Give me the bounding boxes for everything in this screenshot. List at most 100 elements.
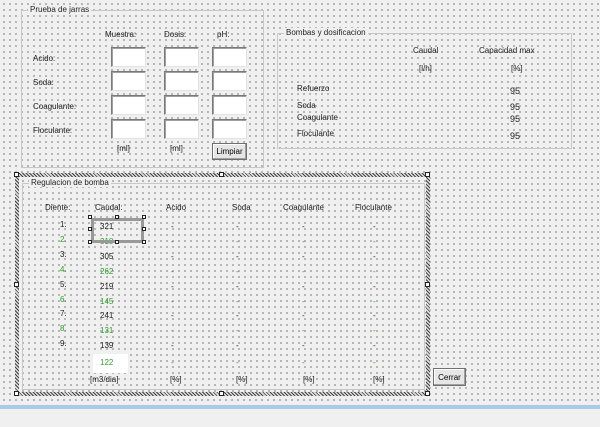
coag-value: - xyxy=(302,296,305,306)
acido-value: - xyxy=(171,236,174,246)
caudal-value: 219 xyxy=(100,281,114,291)
resize-handle[interactable] xyxy=(88,240,92,244)
unit-caudal: [l/h] xyxy=(419,64,432,73)
resize-handle[interactable] xyxy=(142,240,146,244)
resize-handle[interactable] xyxy=(14,172,19,177)
caudal-value: 122 xyxy=(100,358,114,368)
floc-value: - xyxy=(373,236,376,246)
diente-number: 7. xyxy=(60,309,67,319)
row-label: Soda: xyxy=(33,78,54,87)
diente-number: 5. xyxy=(60,279,67,289)
soda-value: - xyxy=(236,358,239,368)
soda-value: - xyxy=(236,326,239,336)
resize-handle[interactable] xyxy=(425,172,430,177)
unit-label: [ml] xyxy=(117,144,130,153)
input-textbox[interactable] xyxy=(164,95,199,115)
resize-handle[interactable] xyxy=(115,240,119,244)
floc-value: - xyxy=(373,326,376,336)
input-textbox[interactable] xyxy=(164,71,199,91)
coag-value: - xyxy=(302,326,305,336)
input-textbox[interactable] xyxy=(111,119,146,139)
input-textbox[interactable] xyxy=(212,95,247,115)
column-header: pH: xyxy=(217,30,230,39)
floc-value: - xyxy=(373,358,376,368)
unit-label: [%] xyxy=(236,375,248,384)
caudal-value: 145 xyxy=(100,296,114,306)
limpiar-button[interactable]: Limpiar xyxy=(212,143,247,160)
coag-value: - xyxy=(302,281,305,291)
resize-handle[interactable] xyxy=(14,391,19,396)
floc-value: - xyxy=(373,341,376,351)
resize-handle[interactable] xyxy=(88,227,92,231)
resize-handle[interactable] xyxy=(115,215,119,219)
pump-capacity: 95 xyxy=(510,114,521,124)
acido-value: - xyxy=(171,341,174,351)
coag-value: - xyxy=(302,311,305,321)
resize-handle[interactable] xyxy=(142,215,146,219)
resize-handle[interactable] xyxy=(88,215,92,219)
acido-value: - xyxy=(171,311,174,321)
unit-label: [m3/dia] xyxy=(90,375,119,384)
soda-value: - xyxy=(236,341,239,351)
resize-handle[interactable] xyxy=(425,282,430,287)
resize-handle[interactable] xyxy=(219,172,224,177)
input-textbox[interactable] xyxy=(111,47,146,67)
input-textbox[interactable] xyxy=(212,119,247,139)
coag-value: - xyxy=(302,251,305,261)
unit-label: [%] xyxy=(303,375,315,384)
input-textbox[interactable] xyxy=(164,47,199,67)
unit-label: [%] xyxy=(373,375,385,384)
floc-value: - xyxy=(373,296,376,306)
resize-handle[interactable] xyxy=(425,391,430,396)
column-header: Soda xyxy=(232,203,251,212)
soda-value: - xyxy=(236,266,239,276)
acido-value: - xyxy=(171,358,174,368)
acido-value: - xyxy=(171,296,174,306)
resize-handle[interactable] xyxy=(219,391,224,396)
floc-value: - xyxy=(373,311,376,321)
acido-value: - xyxy=(171,251,174,261)
floc-value: - xyxy=(373,251,376,261)
caudal-value: 241 xyxy=(100,311,114,321)
header-caudal: Caudal xyxy=(413,46,439,55)
coag-value: - xyxy=(302,222,305,231)
acido-value: - xyxy=(171,222,174,231)
acido-value: - xyxy=(171,326,174,336)
input-textbox[interactable] xyxy=(164,119,199,139)
soda-value: - xyxy=(236,311,239,321)
pump-label: Soda xyxy=(297,101,316,110)
caudal-value: 131 xyxy=(100,326,114,336)
cerrar-button[interactable]: Cerrar xyxy=(433,368,466,386)
diente-number: 3. xyxy=(60,249,67,259)
coag-value: - xyxy=(302,236,305,246)
coag-value: - xyxy=(302,358,305,368)
acido-value: - xyxy=(171,266,174,276)
resize-handle[interactable] xyxy=(14,282,19,287)
diente-number: 1. xyxy=(60,220,67,229)
column-header: Coagulante xyxy=(283,203,324,212)
soda-value: - xyxy=(236,281,239,291)
input-textbox[interactable] xyxy=(212,47,247,67)
resize-handle[interactable] xyxy=(142,227,146,231)
input-textbox[interactable] xyxy=(111,71,146,91)
pump-label: Floculante xyxy=(297,129,334,138)
column-header: Caudal: xyxy=(95,203,123,212)
soda-value: - xyxy=(236,236,239,246)
frame-title: Regulacion de bomba xyxy=(29,178,111,187)
diente-number: 4. xyxy=(60,264,67,274)
unit-label: [%] xyxy=(170,375,182,384)
input-textbox[interactable] xyxy=(212,71,247,91)
taskbar-strip xyxy=(0,405,600,427)
caudal-value: 139 xyxy=(100,341,114,351)
pump-capacity: 95 xyxy=(510,86,521,96)
soda-value: - xyxy=(236,222,239,231)
row-label: Coagulante: xyxy=(33,102,77,111)
pump-label: Coagulante xyxy=(297,113,338,122)
frame-regulacion-de-bomba[interactable]: Regulacion de bomba xyxy=(22,178,425,390)
floc-value: - xyxy=(373,281,376,291)
column-header: Floculante xyxy=(355,203,392,212)
input-textbox[interactable] xyxy=(111,95,146,115)
row-label: Acido: xyxy=(33,54,56,63)
header-capacidad-max: Capacidad max xyxy=(479,46,535,55)
column-header: Muestra: xyxy=(105,30,137,39)
